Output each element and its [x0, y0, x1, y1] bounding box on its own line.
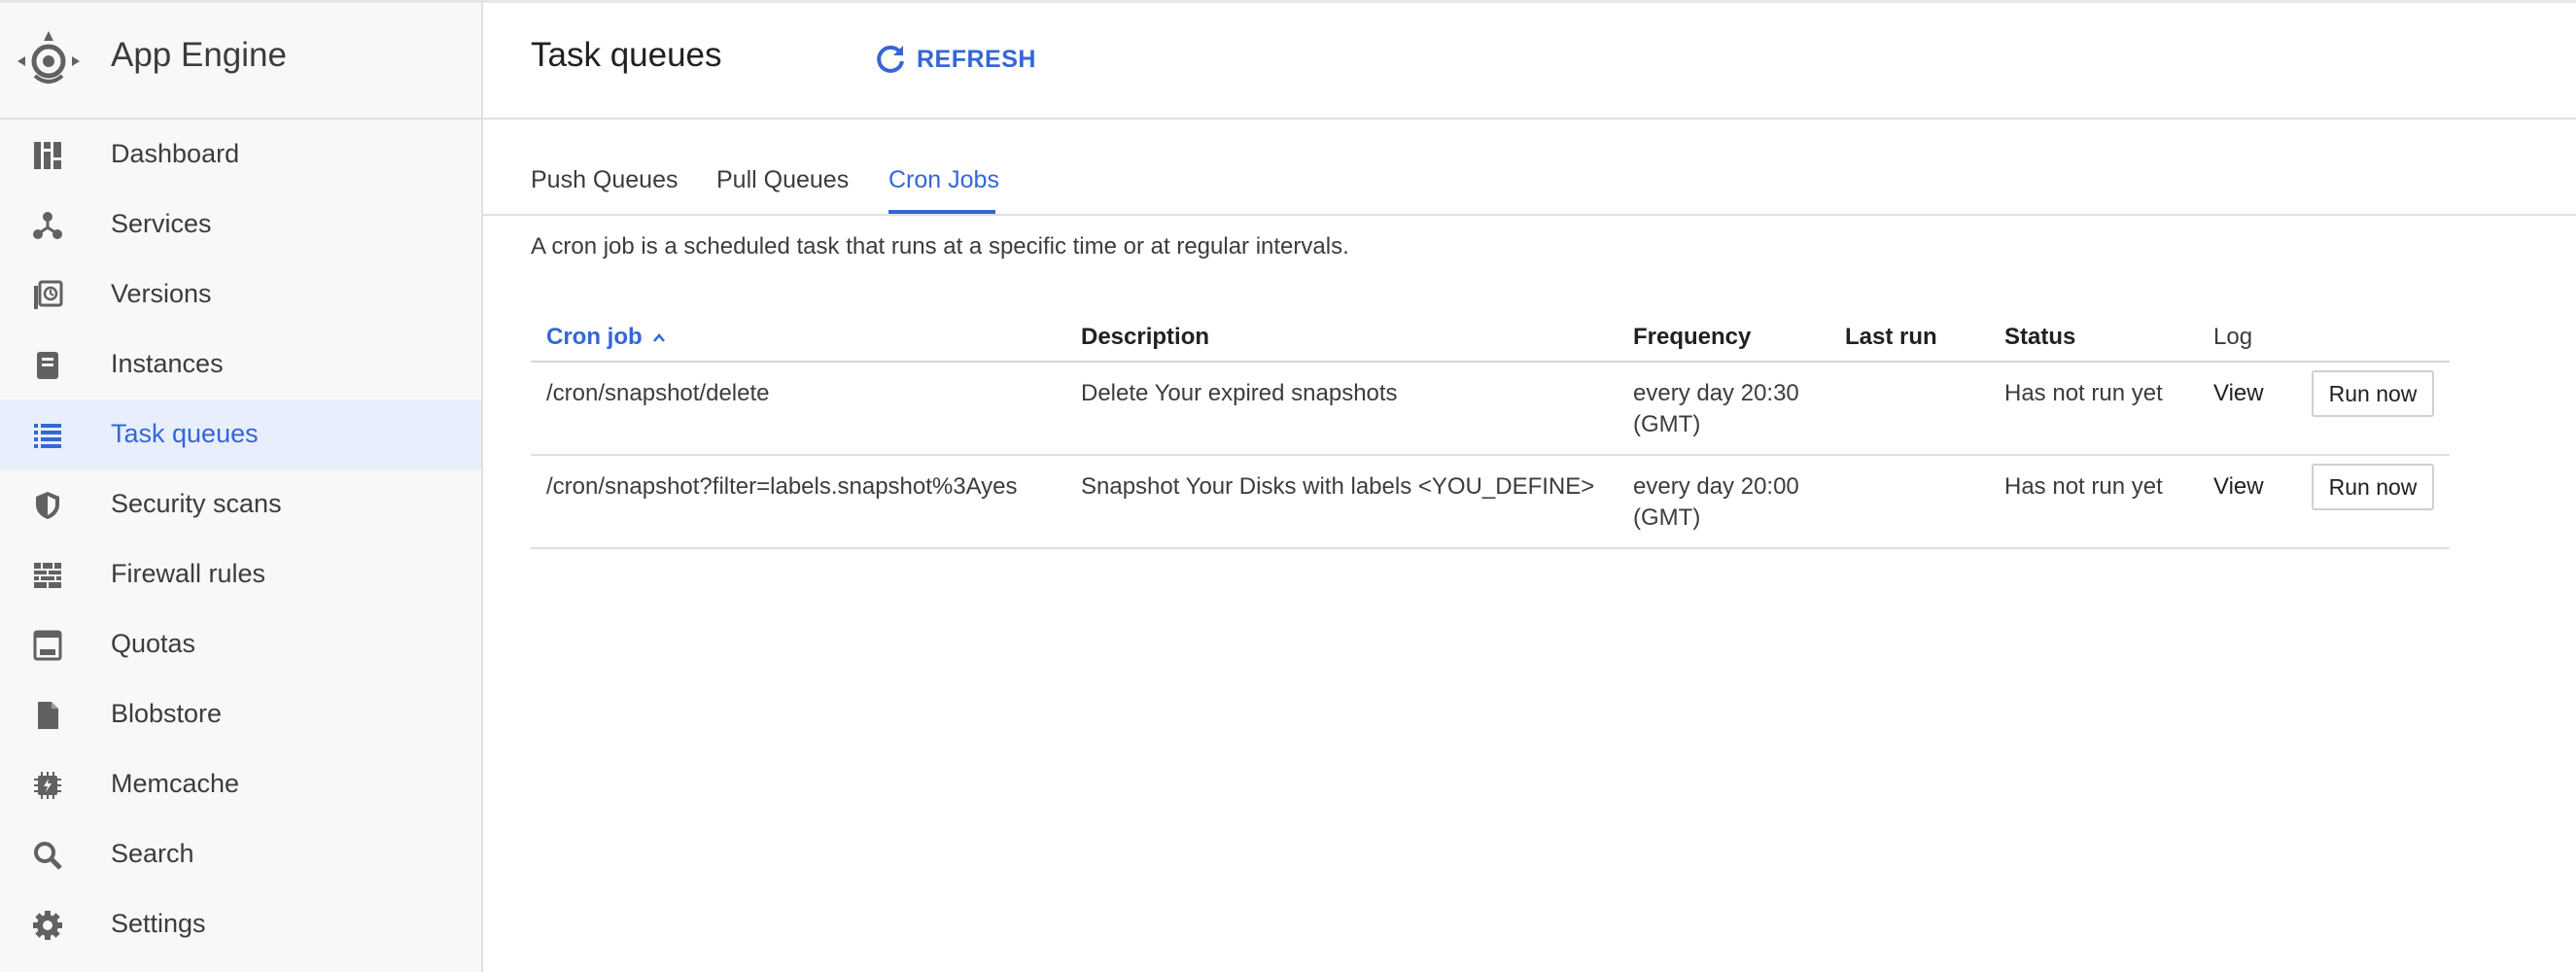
sidebar-item-label: Blobstore	[111, 699, 223, 728]
task-queues-icon	[34, 424, 61, 448]
cron-jobs-table: Cron job Description Frequency Last run …	[531, 314, 2450, 549]
search-icon	[34, 842, 62, 870]
sidebar-item-instances[interactable]: Instances	[0, 330, 481, 399]
view-log-link[interactable]: View	[2213, 471, 2264, 503]
app-title: App Engine	[111, 36, 287, 74]
page-header: Task queues REFRESH	[483, 0, 2576, 120]
cron-job-url: /cron/snapshot?filter=labels.snapshot%3A…	[546, 473, 1018, 500]
column-header-last-run: Last run	[1845, 324, 1937, 350]
cron-job-frequency: every day 20:00 (GMT)	[1633, 473, 1799, 531]
table-row: /cron/snapshot?filter=labels.snapshot%3A…	[531, 456, 2450, 549]
sidebar-item-task-queues[interactable]: Task queues	[0, 399, 481, 469]
tab-pull-queues[interactable]: Pull Queues	[716, 166, 849, 194]
shield-icon	[36, 492, 59, 519]
sidebar-item-dashboard[interactable]: Dashboard	[0, 120, 481, 190]
sidebar-item-firewall-rules[interactable]: Firewall rules	[0, 539, 481, 609]
column-header-description: Description	[1081, 324, 1210, 350]
document-icon	[38, 702, 58, 729]
sidebar-item-versions[interactable]: Versions	[0, 260, 481, 330]
tab-bar: Push Queues Pull Queues Cron Jobs	[483, 120, 2576, 216]
sidebar-item-label: Memcache	[111, 769, 240, 798]
refresh-button[interactable]: REFRESH	[874, 40, 1036, 79]
instances-icon	[37, 352, 58, 379]
tab-cron-jobs[interactable]: Cron Jobs	[888, 166, 999, 194]
sidebar-item-blobstore[interactable]: Blobstore	[0, 679, 481, 749]
sidebar-item-quotas[interactable]: Quotas	[0, 609, 481, 679]
sidebar-item-memcache[interactable]: Memcache	[0, 749, 481, 819]
cron-job-frequency: every day 20:30 (GMT)	[1633, 380, 1799, 437]
app-engine-logo-icon	[17, 31, 80, 84]
quotas-icon	[33, 630, 62, 661]
column-header-frequency: Frequency	[1633, 324, 1752, 350]
page-title: Task queues	[531, 36, 722, 74]
view-log-link[interactable]: View	[2213, 378, 2264, 409]
refresh-label: REFRESH	[917, 45, 1036, 73]
table-header: Cron job Description Frequency Last run …	[531, 314, 2450, 363]
cron-job-description: Delete Your expired snapshots	[1081, 380, 1398, 406]
sort-ascending-icon	[652, 332, 665, 342]
sidebar-item-services[interactable]: Services	[0, 190, 481, 260]
tab-push-queues[interactable]: Push Queues	[531, 166, 679, 194]
sidebar: App Engine Dashboard Services Versions I…	[0, 0, 483, 972]
sidebar-item-label: Dashboard	[111, 139, 240, 168]
active-tab-indicator	[888, 210, 995, 214]
sidebar-item-label: Services	[111, 209, 212, 238]
memcache-icon	[34, 772, 61, 799]
cron-job-status: Has not run yet	[2004, 473, 2163, 500]
sidebar-item-label: Firewall rules	[111, 559, 266, 588]
versions-icon	[34, 280, 63, 309]
sidebar-item-search[interactable]: Search	[0, 819, 481, 889]
sidebar-item-label: Instances	[111, 349, 224, 378]
firewall-icon	[34, 563, 61, 588]
cron-description-text: A cron job is a scheduled task that runs…	[531, 233, 1349, 260]
refresh-icon	[877, 45, 904, 73]
sidebar-item-label: Quotas	[111, 629, 196, 658]
cron-job-url: /cron/snapshot/delete	[546, 380, 770, 406]
sidebar-item-label: Security scans	[111, 489, 282, 518]
product-header: App Engine	[0, 0, 481, 120]
services-icon	[33, 212, 62, 239]
sidebar-item-label: Settings	[111, 909, 206, 938]
cron-job-description: Snapshot Your Disks with labels <YOU_DEF…	[1081, 473, 1595, 500]
sidebar-item-label: Task queues	[111, 419, 259, 448]
column-label: Cron job	[546, 324, 643, 350]
column-header-log: Log	[2213, 324, 2253, 350]
run-now-button[interactable]: Run now	[2312, 370, 2434, 417]
run-now-button[interactable]: Run now	[2312, 464, 2434, 510]
column-header-cron-job[interactable]: Cron job	[546, 324, 666, 351]
table-row: /cron/snapshot/delete Delete Your expire…	[531, 363, 2450, 456]
sidebar-nav: Dashboard Services Versions Instances Ta…	[0, 120, 481, 959]
sidebar-item-security-scans[interactable]: Security scans	[0, 469, 481, 539]
sidebar-item-label: Versions	[111, 279, 212, 308]
column-header-status: Status	[2004, 324, 2076, 350]
cron-job-status: Has not run yet	[2004, 380, 2163, 406]
dashboard-icon	[34, 142, 61, 169]
sidebar-item-settings[interactable]: Settings	[0, 889, 481, 959]
gear-icon	[33, 911, 62, 940]
sidebar-item-label: Search	[111, 839, 194, 868]
